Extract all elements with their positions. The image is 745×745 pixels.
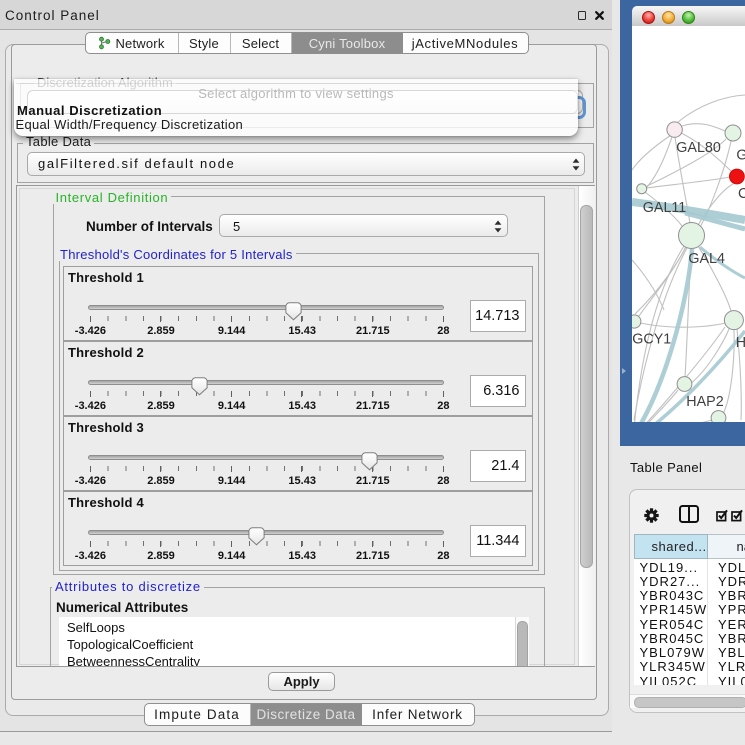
svg-text:GAL80: GAL80 xyxy=(676,140,721,156)
svg-text:GAL4: GAL4 xyxy=(688,251,725,267)
svg-text:HAP2: HAP2 xyxy=(686,394,723,410)
svg-text:H: H xyxy=(736,335,745,351)
svg-text:GA: GA xyxy=(736,148,745,164)
svg-text:C: C xyxy=(738,186,745,202)
svg-text:GCY1: GCY1 xyxy=(632,332,671,348)
svg-text:GAL11: GAL11 xyxy=(643,200,686,216)
